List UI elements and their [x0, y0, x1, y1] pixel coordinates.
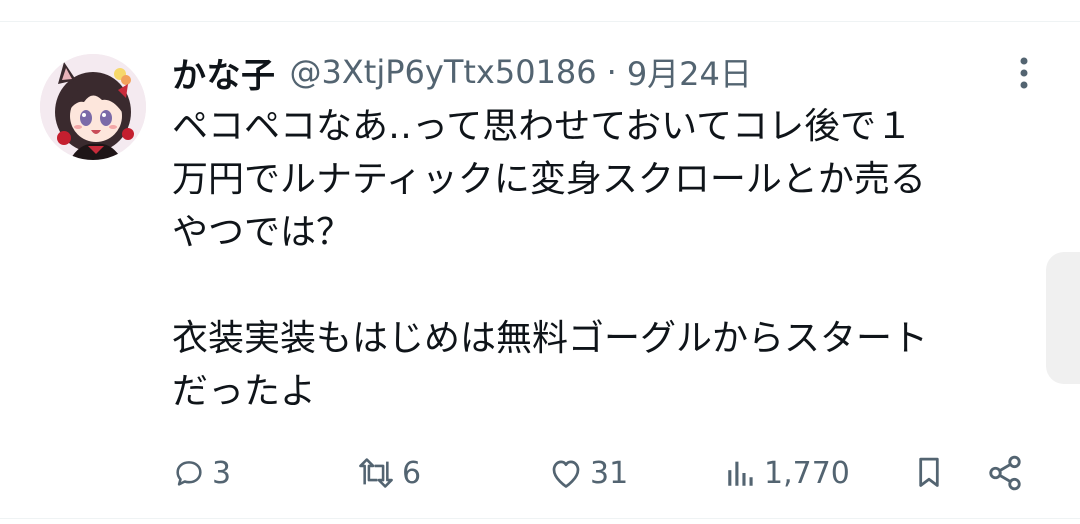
avatar[interactable] — [40, 54, 146, 160]
top-divider — [0, 21, 1080, 22]
tweet-text-line: だったよ — [172, 371, 317, 412]
tweet-card[interactable]: かな子 @3XtjP6yTtx50186 · 9月24日 ペコペコなあ‥って思わ… — [0, 0, 1080, 524]
bookmark-icon — [919, 457, 939, 487]
bottom-divider — [0, 518, 1080, 519]
separator-dot: · — [606, 53, 617, 91]
retweet-button[interactable]: 6 — [356, 448, 421, 498]
reply-button[interactable]: 3 — [172, 448, 231, 498]
tweet-actions: 3 6 31 1,770 — [0, 448, 1080, 498]
author-handle[interactable]: @3XtjP6yTtx50186 — [290, 53, 597, 91]
anime-girl-avatar-icon — [40, 54, 146, 160]
tweet-text: ペコペコなあ‥って思わせておいてコレ後で１ 万円でルナティックに変身スクロールと… — [172, 100, 1052, 418]
share-icon — [989, 455, 1021, 491]
tweet-text-line: ペコペコなあ‥って思わせておいてコレ後で１ — [172, 106, 913, 147]
views-button[interactable]: 1,770 — [724, 448, 850, 498]
heart-icon — [552, 460, 580, 488]
tweet-header: かな子 @3XtjP6yTtx50186 · 9月24日 — [172, 48, 752, 96]
retweet-count: 6 — [402, 455, 422, 491]
more-options-button[interactable] — [1008, 54, 1040, 92]
side-scroll-handle[interactable] — [1046, 252, 1080, 384]
tweet-text-line: 万円でルナティックに変身スクロールとか売る — [172, 159, 926, 200]
retweet-icon — [359, 458, 393, 488]
tweet-text-line: やつでは？ — [172, 212, 353, 253]
like-button[interactable]: 31 — [548, 448, 628, 498]
reply-count: 3 — [212, 455, 232, 491]
view-count: 1,770 — [764, 455, 850, 491]
analytics-bars-icon — [728, 461, 753, 486]
tweet-date[interactable]: 9月24日 — [627, 49, 752, 95]
share-button[interactable] — [986, 448, 1024, 498]
bookmark-button[interactable] — [912, 448, 946, 498]
reply-icon — [176, 461, 202, 486]
more-vertical-icon — [1020, 57, 1028, 89]
author-display-name[interactable]: かな子 — [172, 48, 276, 97]
like-count: 31 — [590, 455, 629, 491]
tweet-text-line: 衣装実装もはじめは無料ゴーグルからスタート — [172, 318, 929, 359]
